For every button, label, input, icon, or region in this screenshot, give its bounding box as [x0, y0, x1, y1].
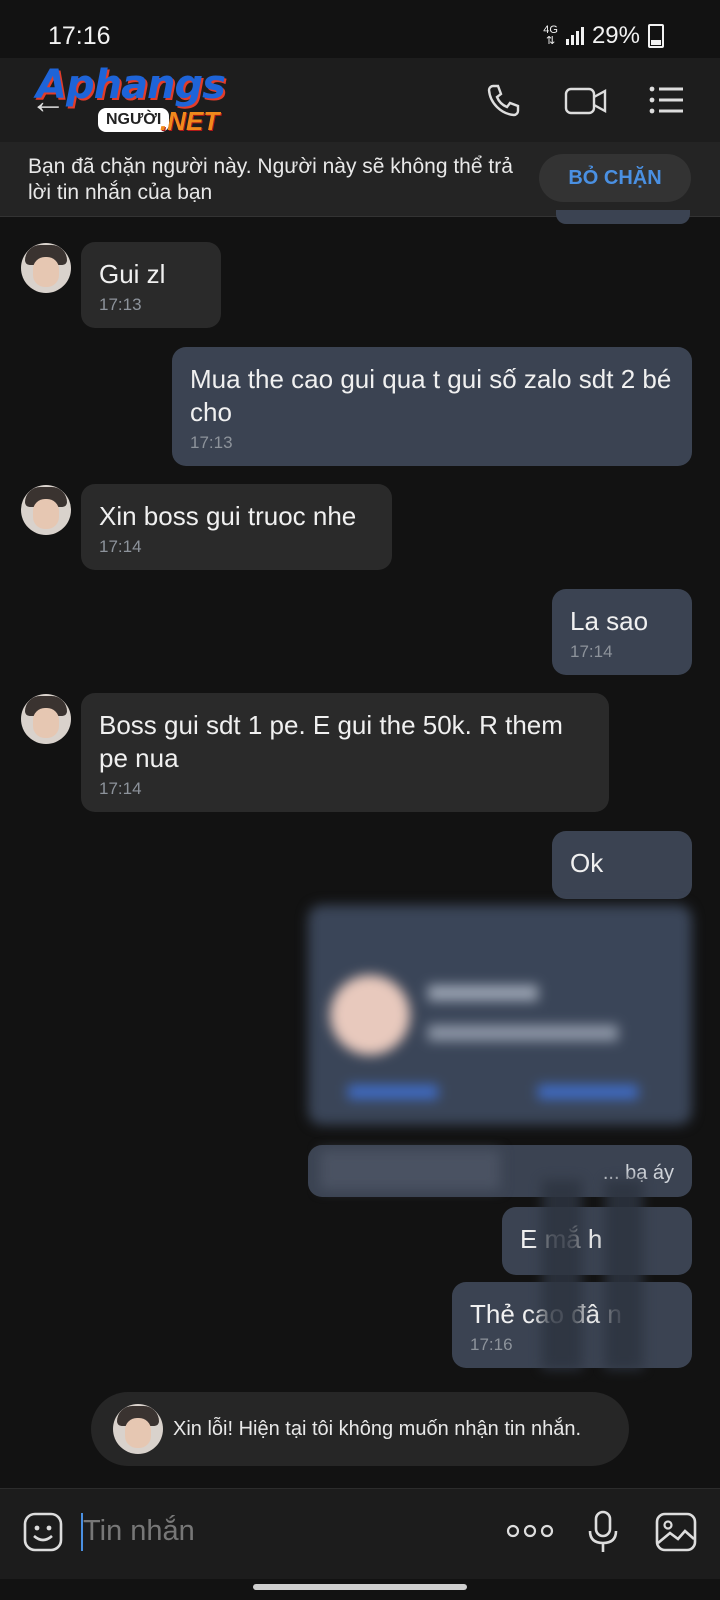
- message-bubble: [556, 210, 690, 224]
- blurred-contact-card[interactable]: [308, 905, 692, 1125]
- chat-header: ← Aphangs NGƯỜI .NET: [0, 58, 720, 142]
- home-gesture-bar[interactable]: [253, 1584, 467, 1590]
- battery-icon: [648, 24, 664, 48]
- auto-reply-text: Xin lỗi! Hiện tại tôi không muốn nhận ti…: [173, 1418, 582, 1440]
- blur-overlay: [542, 1180, 582, 1370]
- blocked-banner: Bạn đã chặn người này. Người này sẽ khôn…: [0, 142, 720, 217]
- unblock-button[interactable]: BỎ CHẶN: [539, 154, 691, 202]
- message-bubble-outgoing[interactable]: Mua the cao gui qua t gui số zalo sdt 2 …: [172, 347, 692, 466]
- blur-overlay: [320, 1150, 500, 1190]
- microphone-icon[interactable]: [585, 1509, 621, 1555]
- menu-list-icon[interactable]: [646, 80, 686, 120]
- phone-icon[interactable]: [483, 80, 523, 120]
- clock: 17:16: [48, 22, 111, 50]
- status-bar: 17:16 4G ⇅ 29%: [0, 0, 720, 58]
- signal-icon: [565, 27, 584, 45]
- message-bubble-incoming[interactable]: Gui zl 17:13: [81, 242, 221, 328]
- image-gallery-icon[interactable]: [654, 1511, 698, 1553]
- message-composer: Tin nhắn: [0, 1488, 720, 1579]
- avatar[interactable]: [21, 485, 71, 535]
- avatar[interactable]: [21, 243, 71, 293]
- battery-level: 29%: [591, 22, 640, 49]
- sticker-emoji-icon[interactable]: [22, 1511, 64, 1553]
- message-bubble-outgoing[interactable]: E mắ h: [502, 1207, 692, 1275]
- message-bubble-incoming[interactable]: Boss gui sdt 1 pe. E gui the 50k. R them…: [81, 693, 609, 812]
- network-icon: 4G ⇅: [543, 24, 558, 47]
- message-bubble-incoming[interactable]: Xin boss gui truoc nhe 17:14: [81, 484, 392, 570]
- message-bubble-outgoing[interactable]: Ok: [552, 831, 692, 899]
- video-call-icon[interactable]: [563, 80, 609, 120]
- avatar: [113, 1404, 163, 1454]
- more-options-icon[interactable]: [505, 1521, 555, 1541]
- message-bubble-outgoing[interactable]: La sao 17:14: [552, 589, 692, 675]
- blocked-notice-text: Bạn đã chặn người này. Người này sẽ khôn…: [28, 155, 513, 204]
- auto-reply-notice: Xin lỗi! Hiện tại tôi không muốn nhận ti…: [91, 1392, 629, 1466]
- blur-overlay: [605, 1180, 643, 1370]
- watermark-logo: Aphangs NGƯỜI .NET: [36, 62, 226, 136]
- message-input[interactable]: Tin nhắn: [83, 1515, 195, 1548]
- avatar[interactable]: [21, 694, 71, 744]
